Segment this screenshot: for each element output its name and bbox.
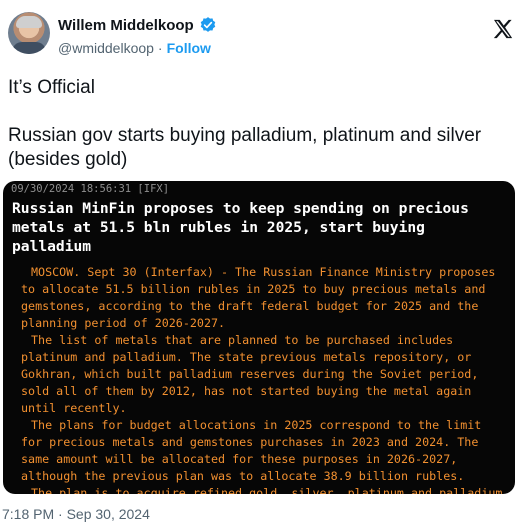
article-paragraph: The plans for budget allocations in 2025…: [21, 418, 482, 483]
author-name[interactable]: Willem Middelkoop: [58, 17, 194, 34]
article-paragraph: The list of metals that are planned to b…: [21, 333, 479, 415]
separator-dot: ·: [157, 40, 163, 56]
handle-line: @wmiddelkoop · Follow: [58, 40, 211, 56]
article-paragraph: The plan is to acquire refined gold, sil…: [31, 486, 503, 494]
tweet-header: Willem Middelkoop @wmiddelkoop · Follow: [8, 8, 518, 60]
news-article: MOSCOW. Sept 30 (Interfax) - The Russian…: [21, 264, 505, 494]
author-handle[interactable]: @wmiddelkoop: [58, 40, 154, 56]
news-timestamp: 09/30/2024 18:56:31 [IFX]: [11, 183, 170, 195]
avatar-shirt: [12, 42, 46, 54]
avatar-hair: [16, 16, 42, 28]
tweet-text: It’s Official Russian gov starts buying …: [8, 76, 518, 172]
attached-image[interactable]: 09/30/2024 18:56:31 [IFX] Russian MinFin…: [3, 181, 515, 494]
tweet-line-2: Russian gov starts buying palladium, pla…: [8, 125, 482, 170]
tweet-line-1: It’s Official: [8, 77, 95, 98]
article-paragraph: MOSCOW. Sept 30 (Interfax) - The Russian…: [21, 265, 496, 330]
verified-badge-icon: [199, 16, 217, 34]
x-logo-icon[interactable]: [492, 18, 514, 40]
avatar[interactable]: [8, 12, 50, 54]
author-name-line: Willem Middelkoop: [58, 16, 217, 34]
tweet-timestamp[interactable]: 7:18 PM · Sep 30, 2024: [2, 506, 150, 522]
follow-button[interactable]: Follow: [167, 40, 211, 56]
news-headline: Russian MinFin proposes to keep spending…: [12, 200, 469, 255]
